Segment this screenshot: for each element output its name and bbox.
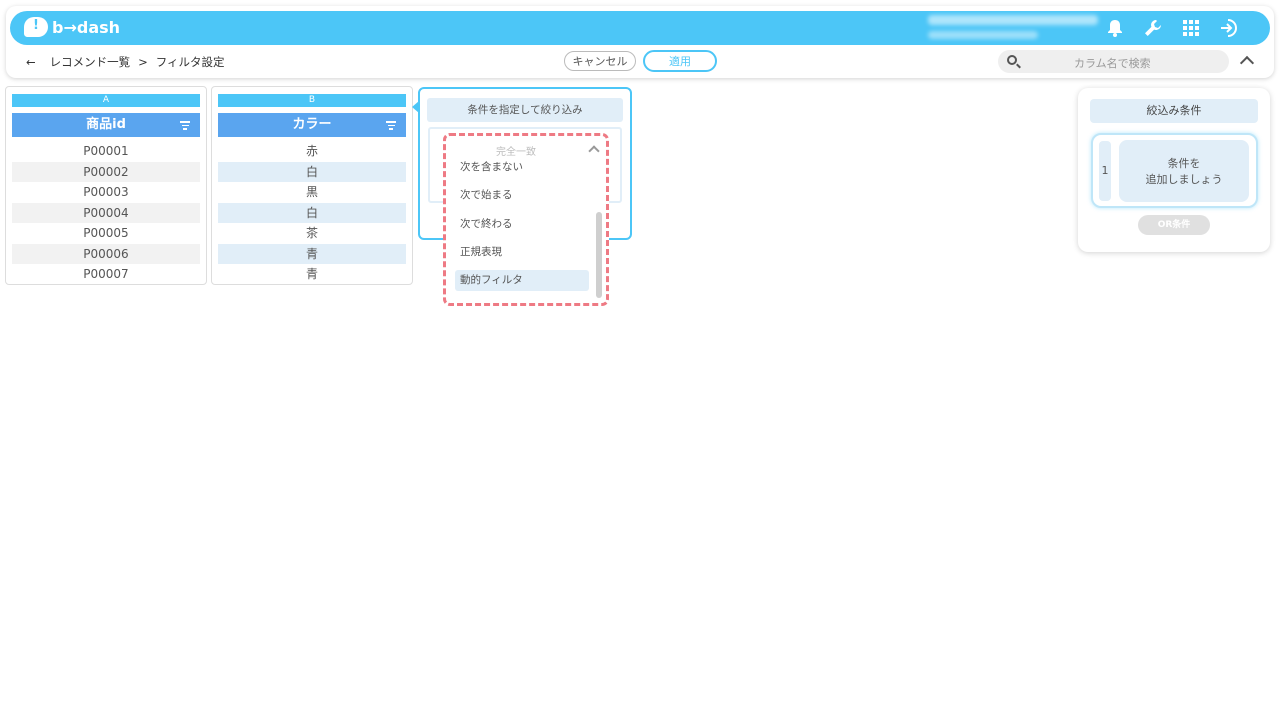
- breadcrumb-parent-link[interactable]: レコメンド一覧: [50, 54, 131, 70]
- table-row: P00002: [12, 161, 200, 182]
- column-rows: P00001 P00002 P00003 P00004 P00005 P0000…: [12, 141, 200, 285]
- app-header: b→dash: [10, 11, 1270, 45]
- table-row: 茶: [305, 226, 318, 240]
- apply-button[interactable]: 適用: [643, 50, 717, 72]
- breadcrumb-current: フィルタ設定: [155, 55, 225, 69]
- column-header-label: 商品id: [86, 117, 126, 132]
- add-condition-dropzone[interactable]: 条件を 追加しましょう: [1119, 140, 1249, 202]
- conditions-panel: 絞込み条件 1 条件を 追加しましょう OR条件: [1078, 88, 1270, 252]
- chevron-up-icon[interactable]: [588, 145, 600, 157]
- conditions-panel-title: 絞込み条件: [1090, 99, 1258, 123]
- dropdown-option[interactable]: 正規表現: [455, 242, 589, 263]
- search-icon: [1007, 55, 1017, 65]
- add-condition-line2: 追加しましょう: [1145, 173, 1223, 186]
- match-type-dropdown[interactable]: 完全一致 次を含まない 次で始まる 次で終わる 正規表現 動的フィルタ: [443, 133, 609, 306]
- column-rows: 赤 白 黒 白 茶 青 青: [218, 141, 406, 285]
- redacted-user-info-2: [928, 31, 1038, 39]
- dropdown-option-highlighted[interactable]: 動的フィルタ: [455, 270, 589, 291]
- apps-grid-icon[interactable]: [1180, 17, 1202, 39]
- redacted-user-info: [928, 15, 1098, 25]
- column-letter: A: [12, 94, 200, 107]
- table-row: P00003: [83, 185, 129, 199]
- table-row: 白: [218, 202, 406, 223]
- breadcrumb-separator: >: [138, 55, 148, 69]
- dropdown-selected-value[interactable]: 完全一致: [446, 143, 586, 158]
- dropdown-option[interactable]: 次で終わる: [455, 214, 589, 235]
- column-card-b: B カラー 赤 白 黒 白 茶 青 青: [211, 86, 413, 285]
- cancel-button[interactable]: キャンセル: [564, 51, 636, 71]
- table-row: 青: [305, 267, 318, 281]
- table-row: 青: [218, 243, 406, 264]
- table-row: 黒: [305, 185, 318, 199]
- table-row: P00006: [12, 243, 200, 264]
- or-condition-button[interactable]: OR条件: [1138, 215, 1210, 235]
- bell-icon[interactable]: [1104, 17, 1126, 39]
- column-search-input[interactable]: カラム名で検索: [998, 50, 1229, 73]
- filter-icon[interactable]: [386, 121, 396, 132]
- condition-group: 1 条件を 追加しましょう: [1091, 133, 1258, 208]
- logo[interactable]: b→dash: [24, 17, 120, 37]
- column-header-label: カラー: [292, 117, 332, 132]
- filter-icon[interactable]: [180, 121, 190, 132]
- dropdown-scrollbar[interactable]: [596, 212, 602, 298]
- back-arrow-icon[interactable]: ←: [26, 55, 36, 69]
- add-condition-line1: 条件を: [1167, 157, 1201, 170]
- filter-popover-title: 条件を指定して絞り込み: [427, 98, 623, 122]
- table-row: 白: [218, 161, 406, 182]
- breadcrumb: ← レコメンド一覧 > フィルタ設定: [26, 54, 225, 70]
- column-card-a: A 商品id P00001 P00002 P00003 P00004 P0000…: [5, 86, 207, 285]
- column-header[interactable]: 商品id: [12, 113, 200, 137]
- logout-icon[interactable]: [1218, 17, 1240, 39]
- search-placeholder: カラム名で検索: [1074, 57, 1151, 70]
- logo-text: b→dash: [52, 17, 121, 37]
- wrench-icon[interactable]: [1142, 17, 1164, 39]
- table-row: 赤: [305, 144, 318, 158]
- table-row: P00001: [83, 144, 129, 158]
- table-row: P00007: [83, 267, 129, 281]
- column-header[interactable]: カラー: [218, 113, 406, 137]
- dropdown-option[interactable]: 次を含まない: [455, 157, 589, 178]
- condition-group-number: 1: [1099, 141, 1111, 201]
- column-letter: B: [218, 94, 406, 107]
- logo-icon: [24, 17, 48, 37]
- dropdown-option[interactable]: 次で始まる: [455, 185, 589, 206]
- table-row: P00004: [12, 202, 200, 223]
- collapse-chevron-up-icon[interactable]: [1240, 54, 1254, 68]
- table-row: P00005: [83, 226, 129, 240]
